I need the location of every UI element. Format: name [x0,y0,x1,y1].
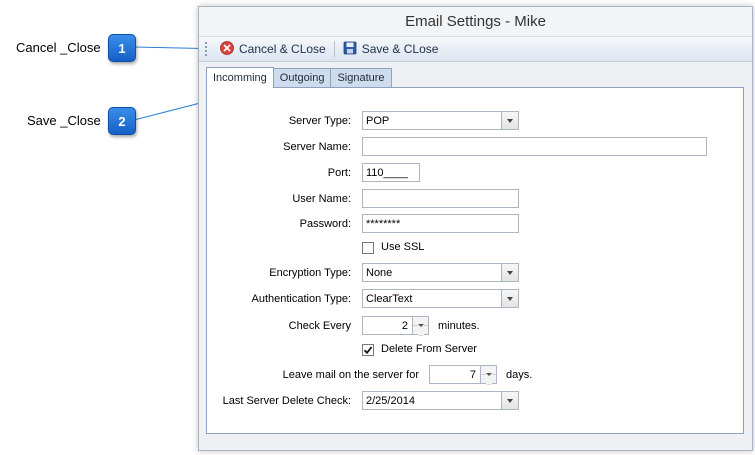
chevron-down-icon[interactable] [501,392,518,409]
password-label: Password: [299,218,351,230]
authentication-type-select[interactable]: ClearText [362,289,519,308]
incomming-panel: Server Type: POP Server Name: Port: 110_… [206,87,744,434]
tab-incomming[interactable]: Incomming [206,67,274,88]
tab-outgoing[interactable]: Outgoing [272,68,332,87]
check-every-spinner[interactable]: 2 [362,316,429,336]
leave-mail-label: Leave mail on the server for [282,369,419,381]
server-name-label: Server Name: [283,141,351,153]
spin-down-icon[interactable] [413,324,428,336]
check-every-label: Check Every [288,320,351,332]
toolbar-separator [333,41,335,57]
toolbar-grip[interactable] [205,42,210,56]
floppy-disk-icon [343,41,357,58]
last-delete-check-date[interactable]: 2/25/2014 [362,391,519,410]
cancel-circle-icon [220,40,234,58]
settings-tabs: Incomming Outgoing Signature [206,67,392,88]
server-type-value: POP [366,114,390,127]
save-close-label: Save & CLose [361,42,439,56]
check-every-suffix: minutes. [438,320,480,332]
check-every-value: 2 [401,319,408,332]
leave-mail-value: 7 [469,368,476,381]
authentication-type-value: ClearText [366,292,413,305]
email-settings-window: Email Settings - Mike Cancel & CLose Sav [198,6,753,451]
cancel-close-button[interactable]: Cancel & CLose [216,39,330,60]
encryption-type-select[interactable]: None [362,263,519,282]
cancel-close-label: Cancel & CLose [239,42,326,56]
user-name-input[interactable] [362,189,519,208]
callout-label-cancel-close: Cancel _Close [16,40,101,55]
toolbar: Cancel & CLose Save & CLose [199,36,752,62]
server-name-input[interactable] [362,137,707,156]
tab-signature[interactable]: Signature [330,68,392,87]
port-label: Port: [327,167,351,179]
user-name-label: User Name: [292,193,351,205]
use-ssl-label: Use SSL [381,241,425,253]
chevron-down-icon[interactable] [501,290,518,307]
last-delete-check-label: Last Server Delete Check: [222,395,351,407]
password-input[interactable]: ******** [362,214,519,233]
chevron-down-icon[interactable] [501,112,518,129]
callout-badge-2: 2 [108,107,136,135]
delete-from-server-label: Delete From Server [381,343,477,355]
callout-badge-1: 1 [108,34,136,62]
spin-down-icon[interactable] [481,373,496,385]
checkmark-icon [363,346,373,355]
leave-mail-suffix: days. [506,369,533,381]
callout-label-save-close: Save _Close [27,113,101,128]
last-delete-check-value: 2/25/2014 [366,394,415,407]
save-close-button[interactable]: Save & CLose [339,39,443,60]
leave-mail-spinner[interactable]: 7 [429,365,497,385]
encryption-type-value: None [366,266,393,279]
delete-from-server-checkbox[interactable] [362,344,374,356]
chevron-down-icon[interactable] [501,264,518,281]
use-ssl-checkbox[interactable] [362,242,374,254]
authentication-type-label: Authentication Type: [251,293,351,305]
server-type-select[interactable]: POP [362,111,519,130]
server-type-label: Server Type: [288,115,351,127]
window-title: Email Settings - Mike [199,7,752,36]
port-input[interactable]: 110____ [362,163,420,182]
encryption-type-label: Encryption Type: [269,267,351,279]
